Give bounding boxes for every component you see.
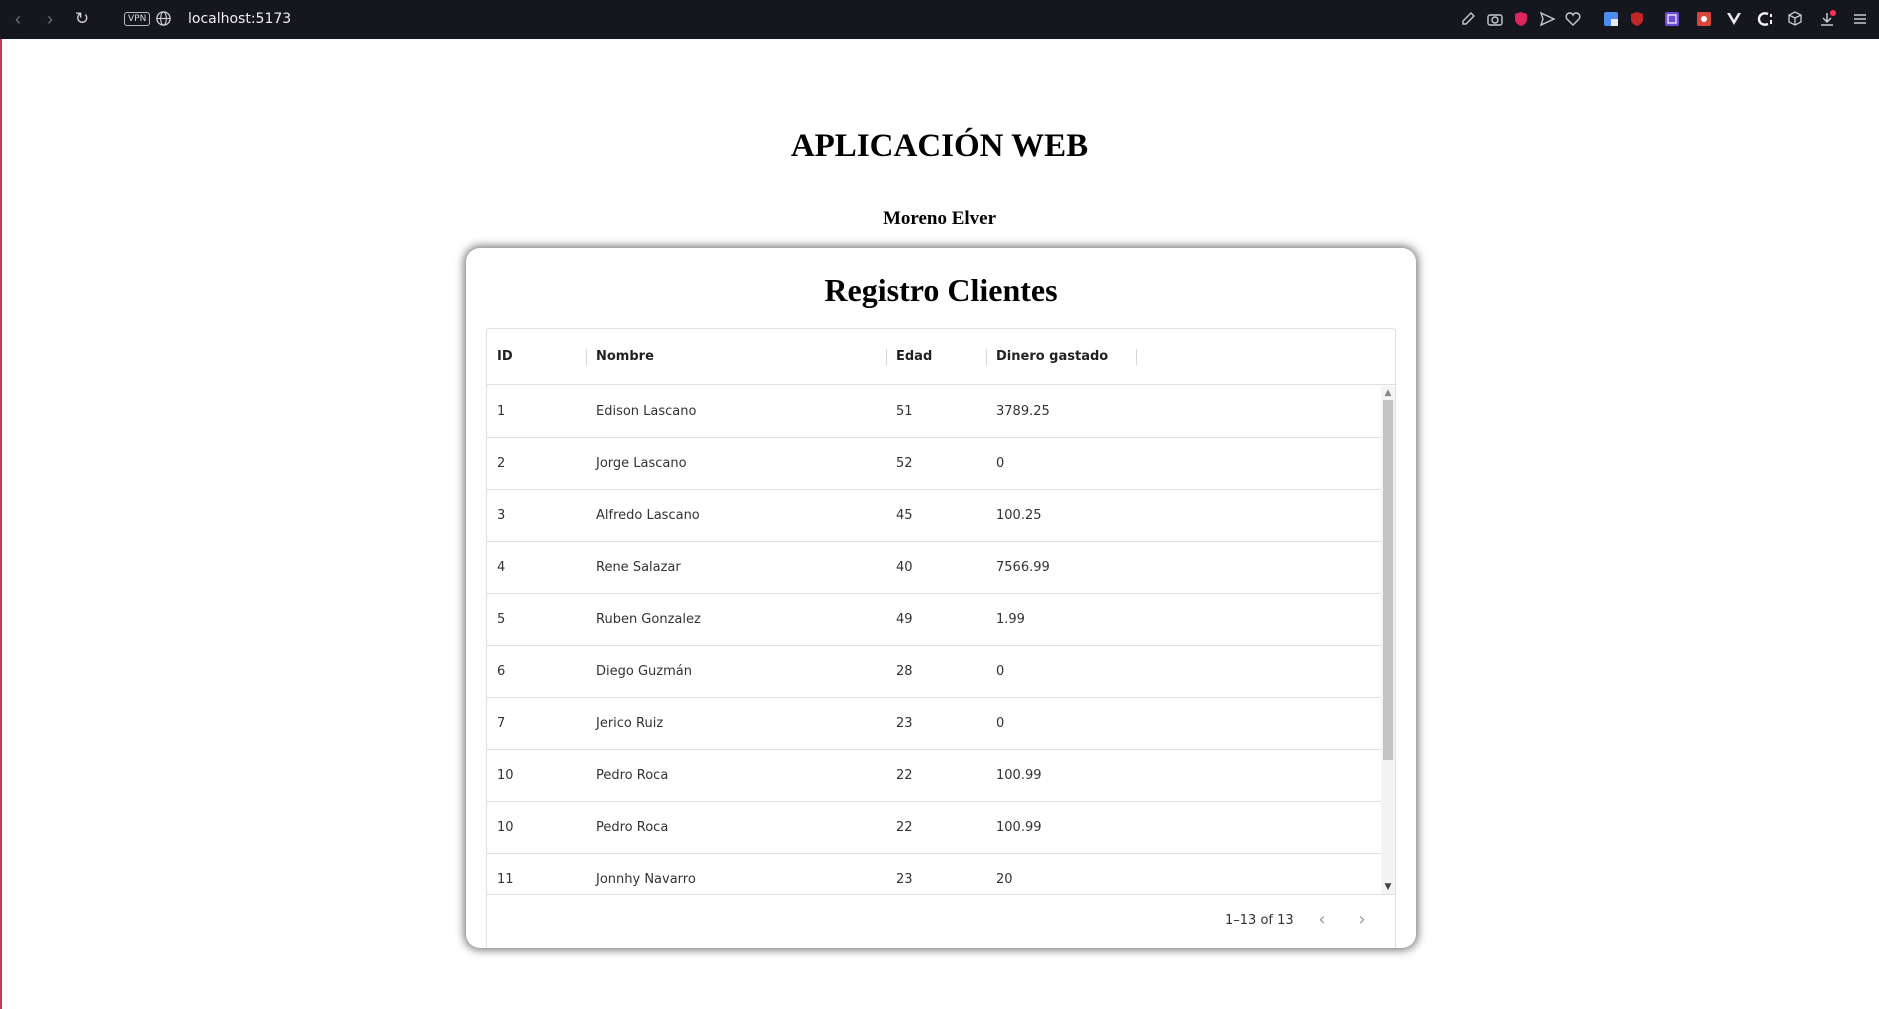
cell-dinero: 3789.25: [996, 404, 1050, 419]
cell-id: 11: [497, 872, 514, 887]
cell-nombre: Jorge Lascano: [596, 456, 687, 471]
column-header-dinero[interactable]: Dinero gastado: [996, 349, 1108, 364]
ublock-icon[interactable]: [1628, 10, 1646, 28]
cell-id: 4: [497, 560, 506, 575]
scroll-down-button[interactable]: ▼: [1381, 880, 1395, 894]
send-icon[interactable]: [1538, 10, 1556, 28]
cell-id: 1: [497, 404, 506, 419]
table-row[interactable]: 11 Jonnhy Navarro 23 20: [487, 854, 1381, 894]
cell-nombre: Alfredo Lascano: [596, 508, 700, 523]
column-header-id[interactable]: ID: [497, 349, 513, 364]
cell-nombre: Rene Salazar: [596, 560, 681, 575]
cell-nombre: Jonnhy Navarro: [596, 872, 696, 887]
cell-edad: 49: [896, 612, 913, 627]
grid-header: ID Nombre Edad Dinero gastado: [487, 329, 1395, 385]
table-row[interactable]: 7 Jerico Ruiz 23 0: [487, 698, 1381, 750]
grid-footer: 1–13 of 13 ‹ ›: [487, 894, 1395, 949]
browser-toolbar: ‹ › ↻ VPN localhost:5173: [0, 0, 1879, 39]
cell-id: 6: [497, 664, 506, 679]
cell-edad: 22: [896, 820, 913, 835]
cell-edad: 52: [896, 456, 913, 471]
clients-data-grid: ID Nombre Edad Dinero gastado 1 Edison L…: [486, 328, 1396, 948]
cell-dinero: 7566.99: [996, 560, 1050, 575]
address-bar[interactable]: localhost:5173: [188, 11, 291, 27]
cell-edad: 22: [896, 768, 913, 783]
cell-edad: 51: [896, 404, 913, 419]
pagination-info: 1–13 of 13: [1225, 913, 1294, 928]
table-row[interactable]: 1 Edison Lascano 51 3789.25: [487, 386, 1381, 438]
extension-red-icon[interactable]: [1695, 10, 1713, 28]
vpn-badge[interactable]: VPN: [124, 12, 151, 26]
cell-id: 2: [497, 456, 506, 471]
cell-id: 3: [497, 508, 506, 523]
scrollbar-thumb[interactable]: [1383, 400, 1393, 760]
cell-edad: 40: [896, 560, 913, 575]
cell-dinero: 0: [996, 716, 1005, 731]
column-separator[interactable]: [586, 349, 587, 365]
table-row[interactable]: 6 Diego Guzmán 28 0: [487, 646, 1381, 698]
cube-icon[interactable]: [1786, 10, 1804, 28]
cell-dinero: 100.99: [996, 820, 1042, 835]
column-separator[interactable]: [1136, 349, 1137, 365]
download-icon[interactable]: [1818, 10, 1836, 28]
extension-grid-icon[interactable]: [1663, 10, 1681, 28]
previous-page-button[interactable]: ‹: [1311, 909, 1333, 931]
cell-dinero: 1.99: [996, 612, 1025, 627]
cell-dinero: 0: [996, 456, 1005, 471]
page-title: APLICACIÓN WEB: [790, 128, 1089, 164]
card-title: Registro Clientes: [824, 272, 1058, 308]
table-row[interactable]: 10 Pedro Roca 22 100.99: [487, 750, 1381, 802]
table-row[interactable]: 3 Alfredo Lascano 45 100.25: [487, 490, 1381, 542]
cell-id: 7: [497, 716, 506, 731]
cell-edad: 23: [896, 872, 913, 887]
cell-nombre: Pedro Roca: [596, 768, 669, 783]
author-name: Moreno Elver: [882, 208, 997, 229]
cell-nombre: Jerico Ruiz: [596, 716, 664, 731]
cell-id: 10: [497, 820, 514, 835]
forward-button[interactable]: ›: [40, 9, 60, 29]
edit-icon[interactable]: [1460, 10, 1478, 28]
cell-nombre: Pedro Roca: [596, 820, 669, 835]
cell-edad: 28: [896, 664, 913, 679]
column-separator[interactable]: [886, 349, 887, 365]
cell-id: 5: [497, 612, 506, 627]
cell-edad: 45: [896, 508, 913, 523]
reload-button[interactable]: ↻: [72, 9, 92, 29]
cell-nombre: Ruben Gonzalez: [596, 612, 701, 627]
table-row[interactable]: 4 Rene Salazar 40 7566.99: [487, 542, 1381, 594]
column-header-edad[interactable]: Edad: [896, 349, 932, 364]
table-row[interactable]: 5 Ruben Gonzalez 49 1.99: [487, 594, 1381, 646]
globe-icon: [156, 11, 171, 26]
sidebar-edge: [0, 39, 2, 1009]
table-row[interactable]: 10 Pedro Roca 22 100.99: [487, 802, 1381, 854]
column-header-nombre[interactable]: Nombre: [596, 349, 654, 364]
cell-dinero: 0: [996, 664, 1005, 679]
extension-c-icon[interactable]: [1756, 10, 1774, 28]
next-page-button[interactable]: ›: [1351, 909, 1373, 931]
cell-id: 10: [497, 768, 514, 783]
heart-icon[interactable]: [1564, 10, 1582, 28]
grid-body[interactable]: 1 Edison Lascano 51 3789.25 2 Jorge Lasc…: [487, 386, 1395, 894]
shield-icon[interactable]: [1512, 10, 1530, 28]
menu-icon[interactable]: [1851, 10, 1869, 28]
cell-nombre: Edison Lascano: [596, 404, 697, 419]
cell-dinero: 100.99: [996, 768, 1042, 783]
translate-icon[interactable]: [1602, 10, 1620, 28]
camera-icon[interactable]: [1486, 10, 1504, 28]
vertical-scrollbar[interactable]: ▲ ▼: [1381, 386, 1395, 894]
cell-dinero: 100.25: [996, 508, 1042, 523]
vue-devtools-icon[interactable]: [1725, 10, 1743, 28]
clients-card: Registro Clientes ID Nombre Edad Dinero …: [466, 248, 1416, 948]
table-row[interactable]: 2 Jorge Lascano 52 0: [487, 438, 1381, 490]
column-separator[interactable]: [986, 349, 987, 365]
scroll-up-button[interactable]: ▲: [1381, 386, 1395, 400]
cell-nombre: Diego Guzmán: [596, 664, 692, 679]
back-button[interactable]: ‹: [8, 9, 28, 29]
cell-dinero: 20: [996, 872, 1013, 887]
cell-edad: 23: [896, 716, 913, 731]
